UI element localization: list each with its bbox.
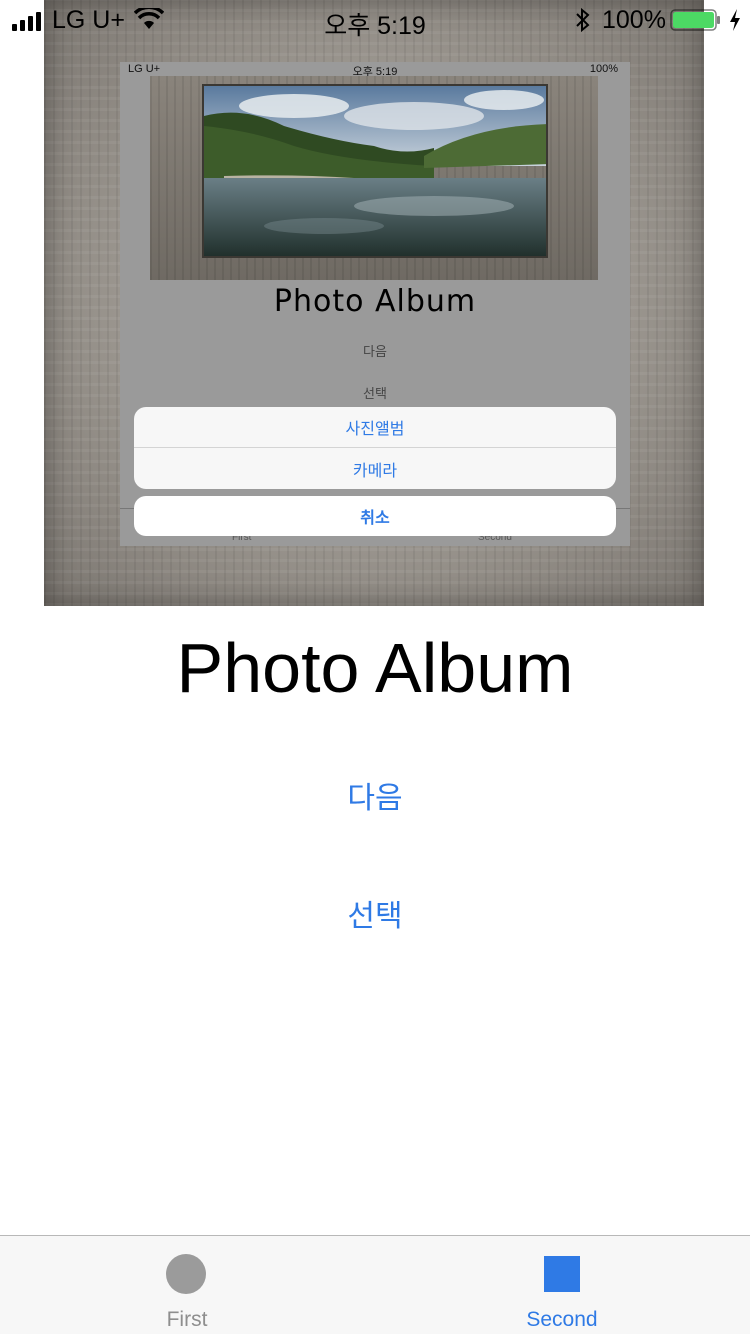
embedded-select-label: 선택 — [363, 386, 387, 401]
embedded-action-cancel: 취소 — [134, 496, 616, 536]
square-icon — [544, 1256, 580, 1292]
status-bar: LG U+ 오후 5:19 100% — [0, 0, 750, 40]
embedded-picture-frame — [150, 76, 598, 280]
charging-icon — [730, 9, 740, 31]
battery-icon — [670, 9, 720, 31]
tab-first-label: First — [166, 1308, 208, 1331]
tab-bar: First Second — [0, 1235, 750, 1334]
embedded-battery-percent: 100% — [589, 63, 618, 75]
embedded-action-photo-album: 사진앨범 — [134, 407, 616, 448]
landscape-graphic — [204, 86, 546, 256]
battery-percent: 100% — [602, 6, 666, 34]
photo-image: LG U+ 오후 5:19 100% Photo Album 다음 선택 Fir… — [44, 0, 704, 606]
tab-second[interactable]: Second — [437, 1236, 687, 1334]
screen: LG U+ 오후 5:19 100% LG U+ 오후 5:19 100% Ph… — [0, 0, 750, 1334]
circle-icon — [166, 1254, 206, 1294]
tab-second-label: Second — [526, 1308, 598, 1331]
next-button[interactable]: 다음 — [300, 770, 450, 820]
embedded-screenshot: LG U+ 오후 5:19 100% Photo Album 다음 선택 Fir… — [120, 62, 630, 546]
page-title: Photo Album — [176, 629, 574, 707]
embedded-title: Photo Album — [273, 284, 477, 319]
bluetooth-icon — [576, 8, 590, 32]
landscape-photo — [202, 84, 548, 258]
embedded-action-sheet: 사진앨범 카메라 — [134, 407, 616, 489]
embedded-status-bar: LG U+ 오후 5:19 100% — [120, 62, 630, 78]
select-button[interactable]: 선택 — [300, 888, 450, 938]
embedded-action-camera: 카메라 — [352, 462, 398, 480]
embedded-next-label: 다음 — [363, 344, 387, 359]
tab-first[interactable]: First — [62, 1236, 312, 1334]
